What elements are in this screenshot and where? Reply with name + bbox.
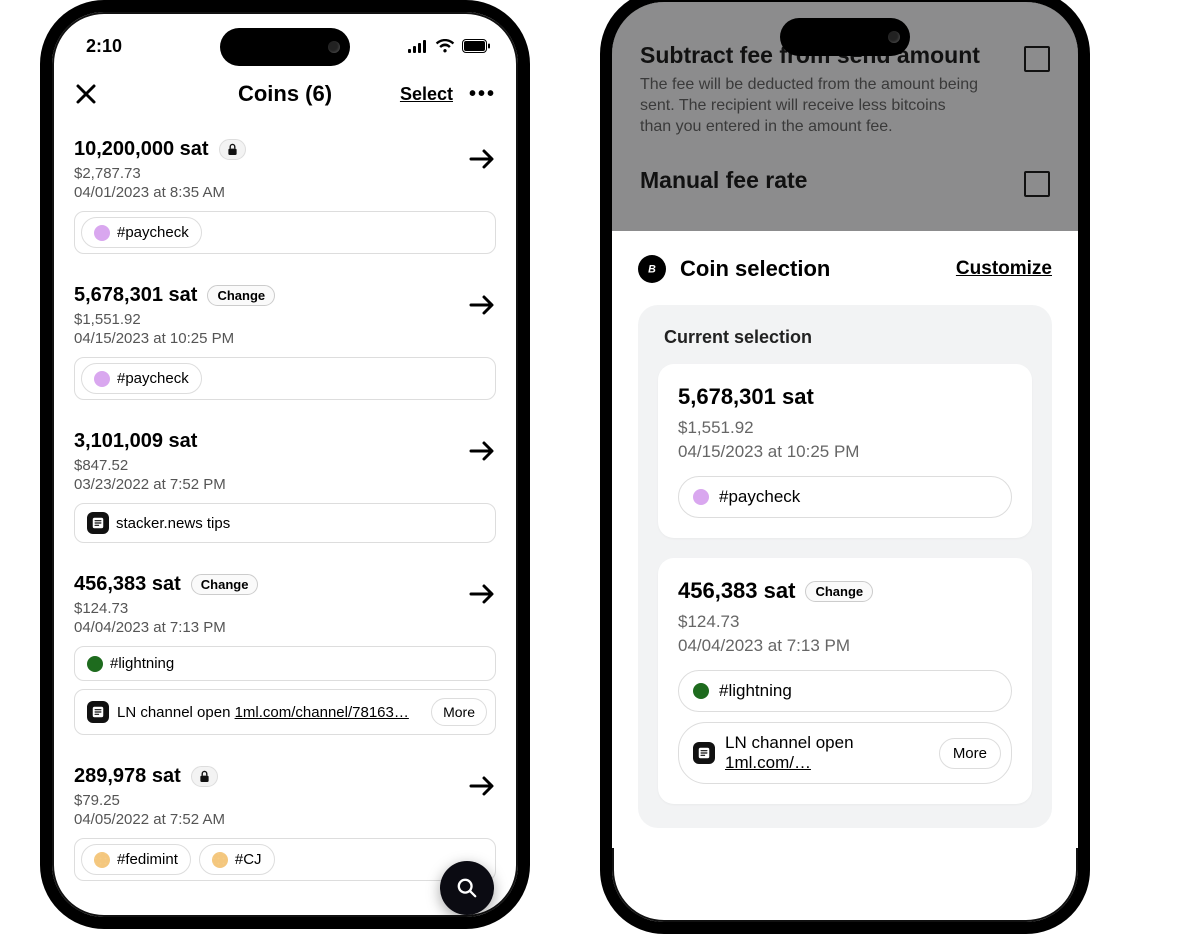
note-icon [87, 701, 109, 723]
phone-right: Subtract fee from send amount The fee wi… [600, 0, 1090, 934]
coin-amount: 5,678,301 sat [74, 284, 197, 307]
tag-hashtag[interactable]: #paycheck [678, 476, 1012, 518]
coin-fiat: $1,551.92 [678, 418, 1012, 438]
tag-dot-icon [212, 852, 228, 868]
chevron-right-icon[interactable] [468, 583, 496, 605]
current-selection-label: Current selection [658, 327, 1032, 348]
tag-dot-icon [87, 656, 103, 672]
tag-hashtag[interactable]: #CJ [199, 844, 275, 875]
screen-header: Coins (6) Select ••• [52, 68, 518, 118]
status-time: 2:10 [86, 36, 122, 57]
tag-link[interactable]: LN channel open 1ml.com/channel/78163… M… [74, 689, 496, 735]
close-icon[interactable] [74, 82, 98, 106]
tag-more-button[interactable]: More [431, 698, 487, 726]
coin-fiat: $847.52 [74, 457, 496, 474]
tag-dot-icon [94, 225, 110, 241]
coin-list: 10,200,000 sat $2,787.73 04/01/2023 at 8… [52, 118, 518, 899]
coin-row[interactable]: 289,978 sat $79.25 04/05/2022 at 7:52 AM… [74, 753, 496, 899]
lock-icon [219, 139, 246, 160]
coin-row[interactable]: 456,383 sat Change $124.73 04/04/2023 at… [74, 561, 496, 753]
coin-amount: 289,978 sat [74, 765, 181, 788]
battery-icon [462, 39, 490, 53]
tag-label: stacker.news tips [116, 515, 230, 532]
phone-left: 2:10 Coins (6) [40, 0, 530, 929]
bitcoin-icon: B [638, 255, 666, 283]
coin-amount: 3,101,009 sat [74, 430, 197, 453]
chevron-right-icon[interactable] [468, 440, 496, 462]
coin-timestamp: 03/23/2022 at 7:52 PM [74, 476, 496, 493]
coin-timestamp: 04/15/2023 at 10:25 PM [678, 442, 1012, 462]
page-title: Coins (6) [238, 81, 332, 107]
svg-text:B: B [648, 264, 656, 276]
tag-note[interactable]: stacker.news tips [74, 503, 496, 543]
dynamic-island [220, 28, 350, 66]
chevron-right-icon[interactable] [468, 775, 496, 797]
coin-row[interactable]: 3,101,009 sat $847.52 03/23/2022 at 7:52… [74, 418, 496, 561]
change-badge: Change [805, 581, 873, 602]
note-icon [87, 512, 109, 534]
coin-timestamp: 04/05/2022 at 7:52 AM [74, 811, 496, 828]
tag-hashtag[interactable]: #lightning [74, 646, 496, 681]
tag-dot-icon [693, 489, 709, 505]
coin-fiat: $1,551.92 [74, 311, 496, 328]
coin-timestamp: 04/04/2023 at 7:13 PM [678, 636, 1012, 656]
tag-label: #lightning [110, 655, 174, 672]
selected-coin-card[interactable]: 5,678,301 sat $1,551.92 04/15/2023 at 10… [658, 364, 1032, 538]
coin-timestamp: 04/04/2023 at 7:13 PM [74, 619, 496, 636]
coin-amount: 456,383 sat [74, 573, 181, 596]
tag-hashtag[interactable]: #paycheck [81, 217, 202, 248]
coin-fiat: $124.73 [74, 600, 496, 617]
checkbox[interactable] [1024, 46, 1050, 72]
coin-amount: 10,200,000 sat [74, 138, 209, 161]
tag-dot-icon [693, 683, 709, 699]
tag-label: #paycheck [117, 370, 189, 387]
tag-more-button[interactable]: More [939, 738, 1001, 769]
sheet-title: Coin selection [680, 256, 830, 282]
select-button[interactable]: Select [400, 84, 453, 105]
coin-amount: 5,678,301 sat [678, 384, 814, 410]
wifi-icon [435, 39, 455, 53]
coin-timestamp: 04/15/2023 at 10:25 PM [74, 330, 496, 347]
tag-dot-icon [94, 852, 110, 868]
coin-amount: 456,383 sat [678, 578, 795, 604]
tag-label: #paycheck [719, 487, 800, 507]
tag-label: LN channel open 1ml.com/channel/78163… [117, 704, 409, 721]
coin-row[interactable]: 5,678,301 sat Change $1,551.92 04/15/202… [74, 272, 496, 418]
coin-row[interactable]: 10,200,000 sat $2,787.73 04/01/2023 at 8… [74, 126, 496, 272]
note-icon [693, 742, 715, 764]
dynamic-island [780, 18, 910, 56]
change-badge: Change [191, 574, 259, 595]
more-icon[interactable]: ••• [469, 83, 496, 106]
customize-button[interactable]: Customize [956, 258, 1052, 280]
coin-selection-sheet: B Coin selection Customize Current selec… [612, 231, 1078, 848]
option-title: Manual fee rate [640, 167, 807, 194]
tag-label: LN channel open 1ml.com/… [725, 733, 929, 773]
lock-icon [191, 766, 218, 787]
current-selection-panel: Current selection 5,678,301 sat $1,551.9… [638, 305, 1052, 828]
chevron-right-icon[interactable] [468, 294, 496, 316]
search-fab[interactable] [440, 861, 494, 915]
change-badge: Change [207, 285, 275, 306]
cellular-icon [408, 40, 428, 53]
option-subtitle: The fee will be deducted from the amount… [640, 75, 980, 137]
coin-fiat: $2,787.73 [74, 165, 496, 182]
checkbox[interactable] [1024, 171, 1050, 197]
tag-label: #CJ [235, 851, 262, 868]
option-manual-fee[interactable]: Manual fee rate [640, 157, 1050, 203]
coin-timestamp: 04/01/2023 at 8:35 AM [74, 184, 496, 201]
tag-label: #fedimint [117, 851, 178, 868]
tag-label: #lightning [719, 681, 792, 701]
coin-fiat: $124.73 [678, 612, 1012, 632]
coin-fiat: $79.25 [74, 792, 496, 809]
tag-hashtag[interactable]: #fedimint [81, 844, 191, 875]
tag-dot-icon [94, 371, 110, 387]
tag-label: #paycheck [117, 224, 189, 241]
chevron-right-icon[interactable] [468, 148, 496, 170]
tag-link[interactable]: LN channel open 1ml.com/… More [678, 722, 1012, 784]
tag-hashtag[interactable]: #lightning [678, 670, 1012, 712]
tag-hashtag[interactable]: #paycheck [81, 363, 202, 394]
selected-coin-card[interactable]: 456,383 sat Change $124.73 04/04/2023 at… [658, 558, 1032, 804]
